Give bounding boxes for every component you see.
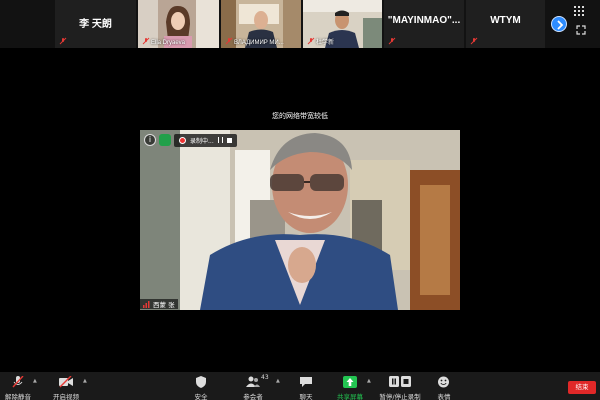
record-button[interactable]: 暂停/停止录制 xyxy=(377,374,423,400)
video-off-icon xyxy=(59,376,73,388)
unmute-label: 解除静音 xyxy=(5,393,31,400)
end-meeting-button[interactable]: 结束 xyxy=(568,381,596,394)
mic-muted-icon xyxy=(225,37,233,45)
mic-muted-icon xyxy=(12,376,24,388)
gallery-strip: 李 天朗 Ella Dryaeva ВЛАДИМИР МИ... 杜学新 "MA… xyxy=(0,0,600,48)
share-screen-icon xyxy=(343,376,357,388)
grid-view-icon[interactable] xyxy=(574,6,584,16)
start-video-button[interactable]: 开启视频 xyxy=(48,374,84,400)
chevron-right-icon[interactable] xyxy=(551,16,567,32)
participant-tile[interactable]: Ella Dryaeva xyxy=(138,0,219,48)
recording-dot-icon xyxy=(179,136,186,144)
network-warning: 您的网络带宽较低 xyxy=(272,112,328,120)
recording-label: 录制中... xyxy=(190,137,214,145)
mic-muted-icon xyxy=(307,37,315,45)
speaker-video-frame xyxy=(140,130,460,310)
chat-button[interactable]: 聊天 xyxy=(293,374,319,400)
chat-icon xyxy=(300,377,312,387)
reactions-button[interactable]: 表情 xyxy=(430,374,458,400)
audio-options-caret-icon[interactable]: ▲ xyxy=(33,378,37,384)
participant-name: 杜学新 xyxy=(316,40,335,46)
mic-muted-icon xyxy=(142,37,150,45)
participant-tile[interactable]: 杜学新 xyxy=(303,0,382,48)
info-icon[interactable]: i xyxy=(144,134,156,146)
participant-name: ВЛАДИМИР МИ... xyxy=(234,40,284,46)
stop-recording-icon[interactable] xyxy=(226,137,232,143)
shield-icon xyxy=(196,376,206,388)
speaker-name-tag: 西蒙 张 xyxy=(140,299,178,309)
meeting-toolbar: 解除静音 ▲ 开启视频 ▲ 安全 参会者 43 ▲ 聊天 共享屏幕 ▲ 暂停/停… xyxy=(0,372,600,400)
share-options-caret-icon[interactable]: ▲ xyxy=(367,378,371,384)
signal-bars-icon xyxy=(143,300,150,308)
participant-tile[interactable]: ВЛАДИМИР МИ... xyxy=(221,0,301,48)
participant-tile[interactable]: 李 天朗 xyxy=(55,0,136,48)
pause-stop-recording-icon xyxy=(389,376,411,387)
chat-label: 聊天 xyxy=(299,393,313,400)
record-label: 暂停/停止录制 xyxy=(379,393,421,400)
participant-name: Ella Dryaeva xyxy=(151,40,186,46)
mic-muted-icon xyxy=(59,37,67,45)
meeting-info-bar: i 录制中... xyxy=(144,133,237,147)
participant-name: "MAYINMAO"... xyxy=(387,15,461,26)
encryption-shield-icon[interactable] xyxy=(159,134,171,146)
security-label: 安全 xyxy=(194,393,208,400)
fullscreen-icon[interactable] xyxy=(576,25,586,35)
participant-tile[interactable]: "MAYINMAO"... xyxy=(384,0,464,48)
pause-recording-icon[interactable] xyxy=(217,137,223,143)
participants-caret-icon[interactable]: ▲ xyxy=(276,378,280,384)
recording-indicator: 录制中... xyxy=(174,133,237,147)
participant-tile[interactable]: WTYM xyxy=(466,0,545,48)
mic-muted-icon xyxy=(470,37,478,45)
share-screen-label: 共享屏幕 xyxy=(337,393,363,400)
reactions-label: 表情 xyxy=(437,393,451,400)
reactions-icon xyxy=(438,376,449,388)
speaker-name: 西蒙 张 xyxy=(153,301,175,309)
share-screen-button[interactable]: 共享屏幕 xyxy=(333,374,367,400)
security-button[interactable]: 安全 xyxy=(186,374,216,400)
unmute-button[interactable]: 解除静音 xyxy=(0,374,36,400)
participant-name: 李 天朗 xyxy=(79,19,112,30)
participant-count: 43 xyxy=(261,374,269,381)
participant-name: WTYM xyxy=(490,15,521,26)
active-speaker-video[interactable]: i 录制中... 西蒙 张 xyxy=(140,130,460,310)
mic-muted-icon xyxy=(388,37,396,45)
participants-label: 参会者 xyxy=(243,393,263,400)
start-video-label: 开启视频 xyxy=(53,393,79,400)
participants-icon xyxy=(246,376,260,387)
video-options-caret-icon[interactable]: ▲ xyxy=(83,378,87,384)
